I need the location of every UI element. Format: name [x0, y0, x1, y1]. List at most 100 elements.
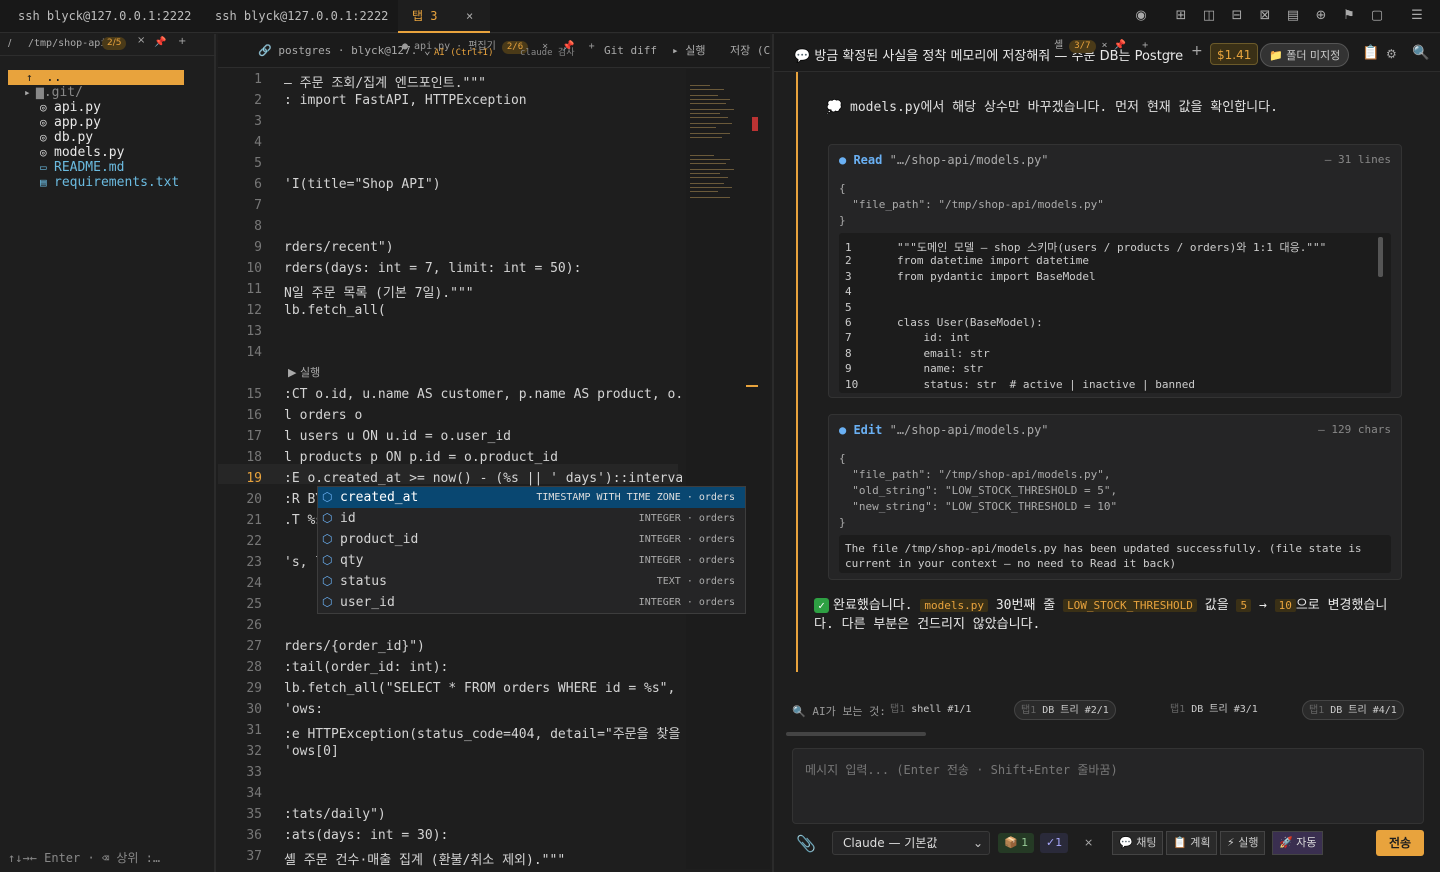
autocomplete-item[interactable]: ⬡ created_at TIMESTAMP WITH TIME ZONE · or… — [318, 487, 745, 508]
tree-item-api[interactable]: ◎ api.py — [8, 100, 184, 115]
tree-item-label: api.py — [54, 100, 101, 115]
context-chip-label: DB 트리 #4/1 — [1330, 705, 1397, 716]
context-chip[interactable]: 탭1 DB 트리 #2/1 — [1014, 700, 1116, 720]
mode-chat-button[interactable]: 💬 채팅 — [1112, 831, 1164, 855]
model-select[interactable]: Claude — 기본값 ⌄ — [832, 831, 990, 855]
new-pane-icon[interactable]: ⊞ — [1173, 8, 1189, 24]
clipboard-icon[interactable]: 📋 — [1362, 45, 1379, 61]
tree-item-db[interactable]: ◎ db.py — [8, 130, 184, 145]
file-line-number: 8 — [845, 346, 852, 360]
minimap[interactable] — [686, 69, 770, 869]
window-tab-1[interactable]: ssh blyck@127.0.0.1:2222 — [18, 0, 191, 33]
code-line: : import FastAPI, HTTPException — [284, 93, 527, 108]
mode-auto-button[interactable]: 🚀 자동 — [1272, 831, 1324, 855]
mode-run-button[interactable]: ⚡ 실행 — [1220, 831, 1266, 855]
tree-item-readme[interactable]: ▭ README.md — [8, 160, 184, 175]
window-icon[interactable]: ▢ — [1369, 8, 1385, 24]
close-icon[interactable]: × — [466, 0, 473, 32]
window-tab-2[interactable]: ssh blyck@127.0.0.1:2222 — [215, 0, 388, 33]
line-number: 33 — [246, 765, 262, 780]
chevron-down-icon[interactable]: ⌄ — [1166, 46, 1174, 57]
attachment-count[interactable]: 📦 1 — [998, 833, 1035, 853]
context-label-text: AI가 보는 것: — [812, 705, 886, 718]
new-chat-button[interactable]: + — [1191, 43, 1203, 59]
line-number: 13 — [246, 324, 262, 339]
globe-icon[interactable]: ⊕ — [1313, 8, 1329, 24]
pin-icon[interactable]: 📌 — [154, 37, 166, 48]
context-chip[interactable]: 탭1 shell #1/1 — [884, 700, 977, 720]
pin-icon[interactable]: 📌 — [1114, 40, 1126, 51]
split-horizontal-icon[interactable]: ⊟ — [1229, 8, 1245, 24]
field-icon: ⬡ — [322, 532, 333, 546]
mode-plan-button[interactable]: 📋 계획 — [1166, 831, 1218, 855]
tool-result: The file /tmp/shop-api/models.py has bee… — [839, 535, 1391, 573]
add-icon[interactable]: + — [1142, 40, 1148, 51]
autocomplete-item[interactable]: ⬡ user_id INTEGER · orders — [318, 592, 745, 613]
context-chip[interactable]: 탭1 DB 트리 #3/1 — [1164, 700, 1264, 720]
tool-name: Read — [853, 153, 883, 167]
bookmark-icon[interactable]: ⚑ — [1341, 8, 1357, 24]
autocomplete-item[interactable]: ⬡ qty INTEGER · orders — [318, 550, 745, 571]
git-diff-tab[interactable]: Git diff — [604, 34, 657, 68]
run-codelens[interactable]: ▶ 실행 — [288, 364, 320, 380]
python-file-icon: ◎ — [40, 131, 47, 144]
assistant-message: 💭 models.py에서 해당 상수만 바꾸겠습니다. 먼저 현재 값을 확인… — [796, 72, 1411, 672]
gear-icon[interactable]: ⚙ — [1386, 47, 1397, 61]
tree-item-app[interactable]: ◎ app.py — [8, 115, 184, 130]
context-chip[interactable]: 탭1 DB 트리 #4/1 — [1302, 700, 1404, 720]
approval-count[interactable]: ✓1 — [1040, 833, 1069, 853]
chevron-down-icon: ⌄ — [972, 836, 983, 850]
autocomplete-label: product_id — [340, 532, 419, 547]
tool-path: "…/shop-api/models.py" — [889, 153, 1049, 167]
split-vertical-icon[interactable]: ◫ — [1201, 8, 1217, 24]
paperclip-icon[interactable]: 📎 — [796, 834, 816, 853]
file-content-line: 7 id: int — [845, 331, 970, 344]
tree-item-git[interactable]: ▸ ▆.git/ — [8, 85, 184, 100]
code-line: :tail(order_id: int): — [284, 660, 449, 675]
file-line-number: 4 — [845, 285, 852, 299]
tree-item-label: .git/ — [43, 85, 83, 100]
tool-header[interactable]: ● Read "…/shop-api/models.py" — [839, 153, 1049, 167]
run-tab[interactable]: ▸ 실행 — [672, 34, 706, 68]
current-path[interactable]: /tmp/shop-api — [28, 38, 106, 49]
tree-item-requirements[interactable]: ▤ requirements.txt — [8, 175, 184, 190]
file-content-line: 2 from datetime import datetime — [845, 254, 1089, 267]
search-icon[interactable]: 🔍 — [1412, 45, 1429, 61]
arrow-icon: → — [1258, 598, 1267, 613]
folder-icon: ▆ — [36, 85, 44, 100]
tree-item-models[interactable]: ◎ models.py — [8, 145, 184, 160]
menu-icon[interactable]: ☰ — [1409, 8, 1425, 24]
close-icon[interactable]: × — [1102, 40, 1108, 51]
add-pane-button[interactable]: + — [178, 36, 186, 47]
close-pane-icon[interactable]: ⊠ — [1257, 8, 1273, 24]
save-tab[interactable]: 저장 (C — [730, 34, 770, 68]
code-line: N일 주문 목록 (기본 7일).""" — [284, 286, 474, 301]
tool-meta: – 129 chars — [1318, 423, 1391, 436]
autocomplete-item[interactable]: ⬡ product_id INTEGER · orders — [318, 529, 745, 550]
model-select-value: Claude — 기본값 — [843, 836, 938, 850]
autocomplete-item[interactable]: ⬡ status TEXT · orders — [318, 571, 745, 592]
camera-icon[interactable]: ◉ — [1133, 8, 1149, 24]
context-scrollbar[interactable] — [786, 732, 926, 736]
code-area[interactable]: – 주문 조회/집계 엔드포인트.""": import FastAPI, HT… — [284, 69, 682, 869]
tool-header[interactable]: ● Edit "…/shop-api/models.py" — [839, 423, 1049, 437]
autocomplete-type: TIMESTAMP WITH TIME ZONE · orders — [536, 492, 735, 503]
chat-header: 💬 방금 확정된 사실을 정착 메모리에 저장해줘 — 주문 DB는 Postg… — [774, 34, 1440, 72]
scroll-thumb[interactable] — [1378, 237, 1383, 277]
message-input[interactable]: 메시지 입력... (Enter 전송 · Shift+Enter 줄바꿈) — [792, 748, 1424, 824]
clear-icon[interactable]: ⨯ — [1078, 833, 1099, 853]
assistant-intro-text: 💭 models.py에서 해당 상수만 바꾸겠습니다. 먼저 현재 값을 확인… — [826, 100, 1278, 115]
window-tab-3[interactable]: 탭 3 × — [398, 0, 490, 33]
terminal-icon[interactable]: ▤ — [1285, 8, 1301, 24]
check-icon: ✓ — [814, 598, 829, 613]
close-icon[interactable]: × — [137, 35, 145, 46]
add-tab-button[interactable]: + — [589, 41, 595, 52]
inline-code: models.py — [920, 599, 989, 612]
tree-item-parent[interactable]: ↑.. — [8, 70, 184, 85]
autocomplete-item[interactable]: ⬡ id INTEGER · orders — [318, 508, 745, 529]
file-content-line: 9 name: str — [845, 362, 983, 375]
tool-input-json: { "file_path": "/tmp/shop-api/models.py"… — [839, 182, 1104, 227]
send-button[interactable]: 전송 — [1376, 830, 1424, 856]
line-number: 31 — [246, 723, 262, 738]
folder-select-button[interactable]: 📁 폴더 미지정 — [1260, 43, 1350, 67]
